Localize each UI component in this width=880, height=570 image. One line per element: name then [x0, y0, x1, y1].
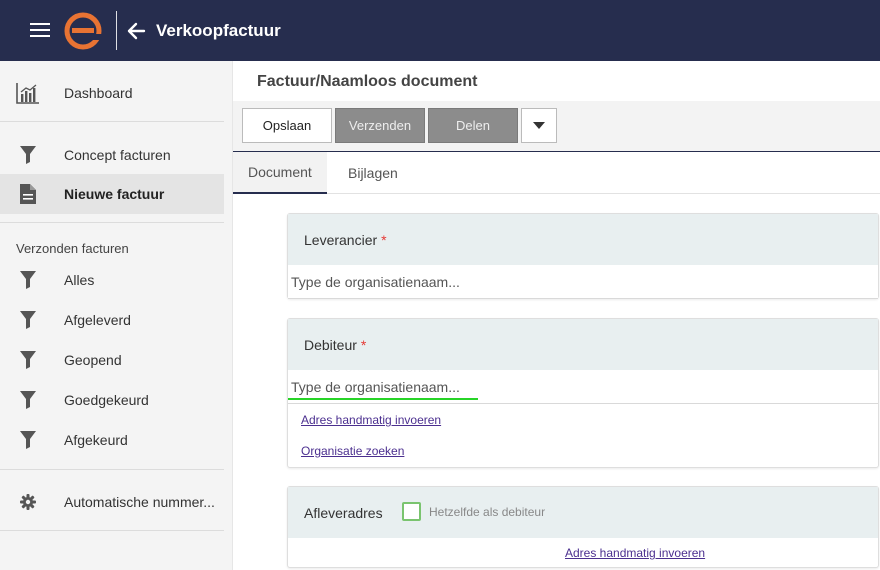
- page-title: Factuur/Naamloos document: [257, 73, 478, 90]
- sidebar-item-label: Goedgekeurd: [64, 392, 149, 408]
- required-mark: *: [360, 336, 367, 353]
- sidebar-item-label: Nieuwe factuur: [64, 186, 165, 202]
- filter-icon: [16, 348, 40, 372]
- input-focus-indicator: [288, 398, 478, 400]
- required-mark: *: [381, 231, 387, 248]
- sidebar-item-label: Afgekeurd: [64, 432, 128, 448]
- document-icon: [16, 182, 40, 206]
- send-button[interactable]: Verzenden: [335, 108, 425, 143]
- sidebar-item-dashboard[interactable]: Dashboard: [0, 73, 224, 113]
- sidebar-item-label: Concept facturen: [64, 147, 171, 163]
- sidebar-item-new-invoice[interactable]: Nieuwe factuur: [0, 174, 224, 214]
- sidebar-item-label: Dashboard: [64, 85, 133, 101]
- filter-icon: [16, 143, 40, 167]
- sidebar-item-concept[interactable]: Concept facturen: [0, 135, 224, 175]
- tab-document[interactable]: Document: [233, 152, 327, 194]
- delivery-manual-address-link[interactable]: Adres handmatig invoeren: [565, 546, 705, 560]
- sidebar-item-auto-numbering[interactable]: Automatische nummer...: [0, 482, 224, 522]
- sidebar-item-delivered[interactable]: Afgeleverd: [0, 300, 224, 340]
- supplier-card: Leverancier *: [287, 213, 879, 299]
- debtor-manual-address-link[interactable]: Adres handmatig invoeren: [301, 413, 441, 427]
- gear-icon: [16, 490, 40, 514]
- delivery-label: Afleveradres: [304, 504, 383, 521]
- filter-icon: [16, 268, 40, 292]
- organisation-search-link[interactable]: Organisatie zoeken: [301, 444, 404, 458]
- sidebar-item-approved[interactable]: Goedgekeurd: [0, 380, 224, 420]
- delivery-address-card: Afleveradres Hetzelfde als debiteur Adre…: [287, 486, 879, 568]
- header-divider: [116, 11, 117, 50]
- sidebar-item-label: Afgeleverd: [64, 312, 131, 328]
- filter-icon: [16, 388, 40, 412]
- filter-icon: [16, 308, 40, 332]
- same-as-debtor-label: Hetzelfde als debiteur: [429, 504, 546, 519]
- same-as-debtor-checkbox[interactable]: [402, 502, 421, 521]
- caret-down-icon: [533, 122, 545, 129]
- top-bar: Verkoopfactuur: [0, 0, 880, 61]
- sidebar-item-label: Alles: [64, 272, 95, 288]
- sidebar-item-opened[interactable]: Geopend: [0, 340, 224, 380]
- tab-bar: Document Bijlagen: [233, 151, 880, 194]
- more-options-button[interactable]: [521, 108, 557, 143]
- sidebar-divider: [0, 530, 224, 531]
- save-button[interactable]: Opslaan: [242, 108, 332, 143]
- sidebar-divider: [0, 222, 224, 223]
- supplier-header: Leverancier *: [288, 214, 878, 265]
- brand-logo[interactable]: [64, 12, 102, 50]
- delivery-header: Afleveradres Hetzelfde als debiteur: [288, 487, 878, 538]
- app-title: Verkoopfactuur: [156, 21, 281, 40]
- bar-chart-icon: [16, 81, 40, 105]
- debtor-header: Debiteur *: [288, 319, 878, 370]
- share-button[interactable]: Delen: [428, 108, 518, 143]
- sidebar-item-label: Automatische nummer...: [64, 494, 215, 510]
- sidebar-divider: [0, 469, 224, 470]
- same-as-debtor-toggle[interactable]: Hetzelfde als debiteur: [402, 502, 545, 521]
- sidebar: Dashboard Concept facturen Nieuwe factuu…: [0, 61, 233, 570]
- menu-icon[interactable]: [30, 22, 50, 38]
- tab-attachments[interactable]: Bijlagen: [333, 152, 413, 194]
- sidebar-section-title: Verzonden facturen: [16, 241, 129, 256]
- debtor-label: Debiteur: [304, 336, 357, 353]
- debtor-card: Debiteur* Adres handmatig invoeren Organ…: [287, 318, 879, 468]
- sidebar-item-rejected[interactable]: Afgekeurd: [0, 420, 224, 460]
- sidebar-item-all[interactable]: Alles: [0, 260, 224, 300]
- toolbar: Opslaan Verzenden Delen: [233, 101, 880, 151]
- supplier-label: Leverancier: [304, 231, 378, 248]
- sidebar-divider: [0, 121, 224, 122]
- back-arrow-icon[interactable]: [125, 20, 147, 42]
- filter-icon: [16, 428, 40, 452]
- sidebar-item-label: Geopend: [64, 352, 122, 368]
- supplier-input[interactable]: [288, 265, 878, 299]
- main-content: Factuur/Naamloos document Opslaan Verzen…: [233, 61, 880, 570]
